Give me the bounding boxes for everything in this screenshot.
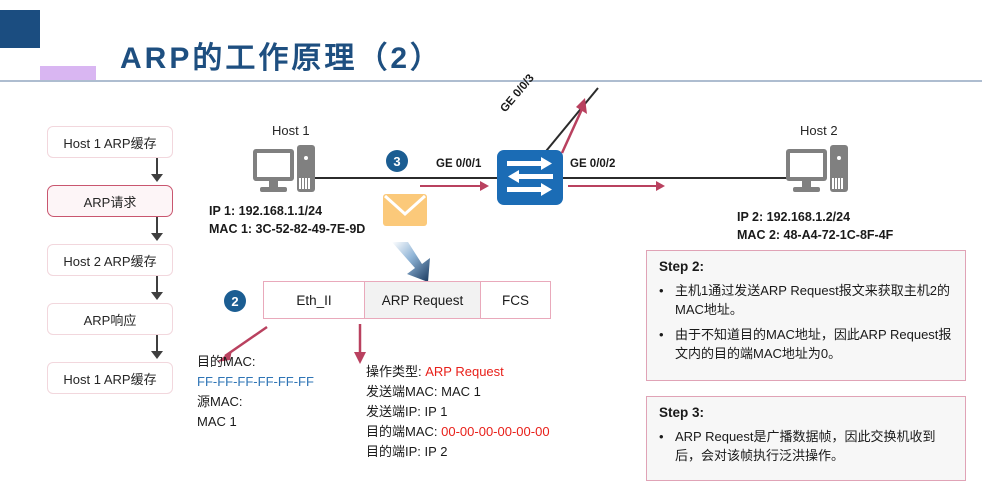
flow-arrowhead-1 (151, 174, 163, 182)
host2-mac-label: MAC 2: 48-A4-72-1C-8F-4F (737, 228, 894, 242)
host1-computer-icon (253, 145, 315, 192)
arp-detail-row: 目的端IP: IP 2 (366, 442, 550, 462)
arp-detail-block: 操作类型: ARP Request 发送端MAC: MAC 1 发送端IP: I… (366, 362, 550, 462)
frame-pointer-arrow (392, 242, 430, 282)
arp-detail-row: 发送端IP: IP 1 (366, 402, 550, 422)
host1-ip-label: IP 1: 192.168.1.1/24 (209, 204, 323, 218)
arp-detail-row: 操作类型: ARP Request (366, 362, 550, 382)
eth-detail-line: FF-FF-FF-FF-FF-FF (197, 374, 314, 389)
step3-box: Step 3: • ARP Request是广播数据帧，因此交换机收到后，会对该… (646, 396, 966, 481)
frame-cell-arp-request[interactable]: ARP Request (364, 281, 481, 319)
flow-item-host2-cache[interactable]: Host 2 ARP缓存 (47, 244, 173, 276)
flow-arrowhead-4 (151, 351, 163, 359)
flow-arrowhead-2 (151, 233, 163, 241)
arp-detail-label: 目的端IP: (366, 444, 421, 459)
arp-detail-value: 00-00-00-00-00-00 (441, 424, 550, 439)
arp-detail-label: 操作类型: (366, 364, 422, 379)
frame-cell-eth2[interactable]: Eth_II (263, 281, 365, 319)
arp-detail-row: 发送端MAC: MAC 1 (366, 382, 550, 402)
eth-detail-line: 目的MAC: (197, 354, 256, 369)
arp-detail-value: ARP Request (425, 364, 504, 379)
frame-cell-label: ARP Request (381, 292, 464, 308)
host2-label: Host 2 (800, 123, 838, 138)
envelope-icon (383, 194, 427, 226)
flow-item-label: Host 1 ARP缓存 (63, 135, 157, 151)
arp-detail-value: IP 2 (424, 444, 448, 459)
step2-bullet: • 由于不知道目的MAC地址，因此ARP Request报文内的目的端MAC地址… (659, 325, 953, 363)
frame-structure: Eth_II ARP Request FCS (263, 281, 551, 321)
flow-arrow-host1-to-switch (420, 181, 492, 191)
link-switch-host2 (562, 177, 788, 179)
arp-detail-value: MAC 1 (441, 384, 481, 399)
frame-cell-label: FCS (502, 292, 529, 308)
host1-label: Host 1 (272, 123, 310, 138)
arp-detail-value: IP 1 (424, 404, 448, 419)
flow-arrow-switch-uplink (560, 98, 587, 154)
frame-cell-label: Eth_II (296, 292, 332, 308)
arp-detail-label: 发送端IP: (366, 404, 421, 419)
flow-item-arp-request[interactable]: ARP请求 (47, 185, 173, 217)
step2-bullet-text: 主机1通过发送ARP Request报文来获取主机2的MAC地址。 (675, 283, 950, 317)
flow-arrow-switch-to-host2 (568, 181, 668, 191)
page-title: ARP的工作原理（2） (120, 42, 444, 75)
eth-detail-line: MAC 1 (197, 414, 237, 429)
step3-title: Step 3: (659, 405, 705, 420)
step3-bullet-text: ARP Request是广播数据帧，因此交换机收到后，会对该帧执行泛洪操作。 (675, 429, 936, 463)
step3-bullet: • ARP Request是广播数据帧，因此交换机收到后，会对该帧执行泛洪操作。 (659, 427, 953, 465)
bullet-dot-icon: • (659, 429, 664, 444)
host2-computer-icon (786, 145, 848, 192)
step2-title: Step 2: (659, 259, 705, 274)
host1-mac-label: MAC 1: 3C-52-82-49-7E-9D (209, 222, 366, 236)
switch-icon (497, 150, 563, 205)
header-accent-square (0, 10, 40, 48)
arp-detail-label: 目的端MAC: (366, 424, 438, 439)
flow-item-label: Host 2 ARP缓存 (63, 253, 157, 269)
arp-detail-row: 目的端MAC: 00-00-00-00-00-00 (366, 422, 550, 442)
step-marker-2-label: 2 (231, 293, 239, 309)
flow-item-label: Host 1 ARP缓存 (63, 371, 157, 387)
port-label-ge0-0-2: GE 0/0/2 (570, 158, 616, 170)
step-marker-2: 2 (224, 290, 246, 312)
step2-bullet: • 主机1通过发送ARP Request报文来获取主机2的MAC地址。 (659, 281, 953, 319)
flow-item-label: ARP请求 (83, 194, 137, 210)
eth-detail-block: 目的MAC: FF-FF-FF-FF-FF-FF 源MAC: MAC 1 (197, 352, 314, 432)
eth-detail-line: 源MAC: (197, 394, 243, 409)
arp-detail-label: 发送端MAC: (366, 384, 438, 399)
port-label-ge0-0-1: GE 0/0/1 (436, 158, 482, 170)
arp-detail-arrow (354, 324, 366, 364)
frame-cell-fcs[interactable]: FCS (480, 281, 551, 319)
step2-bullet-text: 由于不知道目的MAC地址，因此ARP Request报文内的目的端MAC地址为0… (675, 327, 952, 361)
step-marker-3-label: 3 (393, 153, 401, 169)
arp-flowchart: Host 1 ARP缓存 ARP请求 Host 2 ARP缓存 ARP响应 Ho… (47, 126, 177, 416)
flow-arrowhead-3 (151, 292, 163, 300)
bullet-dot-icon: • (659, 327, 664, 342)
flow-item-arp-response[interactable]: ARP响应 (47, 303, 173, 335)
flow-item-host1-cache-top[interactable]: Host 1 ARP缓存 (47, 126, 173, 158)
flow-item-label: ARP响应 (83, 312, 137, 328)
flow-item-host1-cache-bottom[interactable]: Host 1 ARP缓存 (47, 362, 173, 394)
bullet-dot-icon: • (659, 283, 664, 298)
header-divider (0, 80, 982, 82)
host2-ip-label: IP 2: 192.168.1.2/24 (737, 210, 851, 224)
step2-box: Step 2: • 主机1通过发送ARP Request报文来获取主机2的MAC… (646, 250, 966, 381)
step-marker-3: 3 (386, 150, 408, 172)
link-host1-switch (312, 177, 498, 179)
